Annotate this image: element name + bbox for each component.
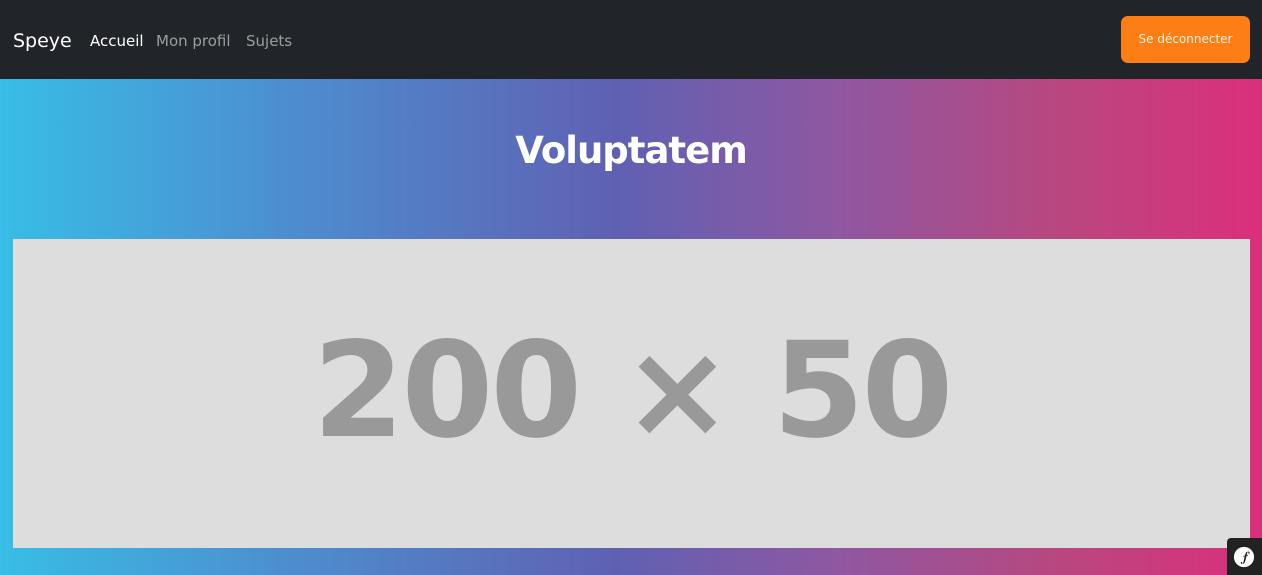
- symfony-icon: [1233, 546, 1255, 568]
- placeholder-image-text: 200 × 50: [312, 314, 954, 468]
- page-title: Voluptatem: [515, 129, 748, 172]
- navbar: Speye Accueil Mon profil Sujets Se décon…: [0, 0, 1262, 79]
- logout-button[interactable]: Se déconnecter: [1121, 16, 1250, 63]
- nav-link-mon-profil[interactable]: Mon profil: [156, 30, 231, 52]
- debug-toolbar-toggle[interactable]: [1227, 538, 1262, 575]
- nav-link-accueil[interactable]: Accueil: [90, 30, 144, 52]
- placeholder-image: 200 × 50: [13, 239, 1250, 548]
- hero-section: Voluptatem 200 × 50: [0, 79, 1262, 575]
- brand-link[interactable]: Speye: [13, 28, 72, 54]
- nav-link-sujets[interactable]: Sujets: [246, 30, 292, 52]
